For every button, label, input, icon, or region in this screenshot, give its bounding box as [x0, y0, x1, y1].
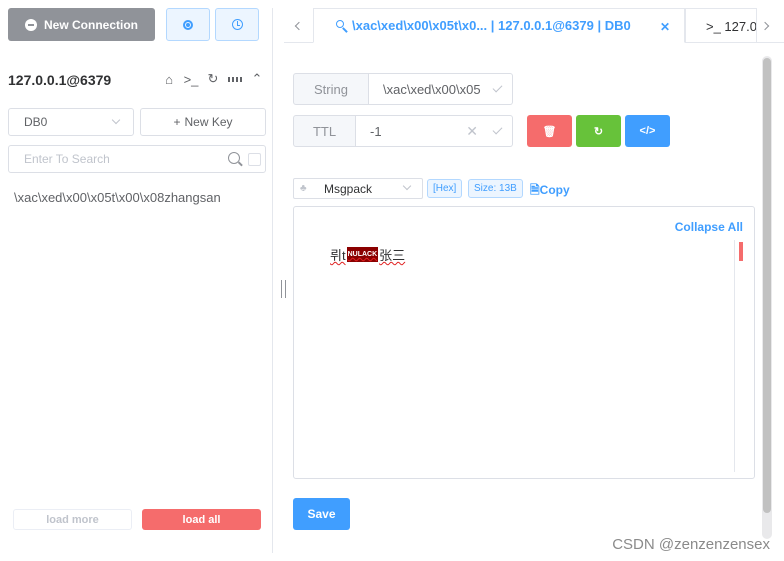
- collapse-all-button[interactable]: Collapse All: [675, 220, 743, 234]
- editor-content[interactable]: 뤼t NULACK 张三: [330, 245, 405, 264]
- refresh-icon: ↻: [593, 125, 604, 138]
- grid-icon[interactable]: [228, 71, 242, 87]
- dump-command-button[interactable]: </>: [625, 115, 670, 147]
- key-type-label: String: [293, 73, 369, 105]
- history-button[interactable]: [215, 8, 259, 41]
- chevron-up-icon[interactable]: ⌃: [250, 71, 264, 87]
- tab-scroll-right-icon[interactable]: [760, 21, 770, 31]
- check-icon[interactable]: [492, 82, 503, 93]
- key-name-input[interactable]: \xac\xed\x00\x05: [369, 73, 513, 105]
- ttl-value: -1: [370, 123, 382, 139]
- chevron-down-icon: [111, 115, 121, 125]
- content-suffix: 张三: [379, 248, 406, 263]
- connection-actions: ⌂ >_ ↻ ⌃: [162, 71, 264, 87]
- pane-divider: [272, 8, 273, 553]
- tab-terminal[interactable]: >_ 127.0: [685, 8, 757, 43]
- copy-label: Copy: [539, 183, 570, 197]
- format-value: Msgpack: [324, 181, 373, 196]
- ttl-label: TTL: [293, 115, 356, 147]
- clear-icon[interactable]: ✕: [466, 123, 478, 140]
- terminal-icon[interactable]: >_: [184, 71, 199, 87]
- exact-search-checkbox[interactable]: [248, 153, 261, 166]
- connection-sidebar: New Connection 127.0.0.1@6379 ⌂ >_ ↻ ⌃ D…: [0, 0, 273, 561]
- tab-label: \xac\xed\x00\x05t\x0... | 127.0.0.1@6379…: [352, 18, 631, 33]
- load-all-button[interactable]: load all: [142, 509, 261, 530]
- key-name-value: \xac\xed\x00\x05: [383, 81, 481, 97]
- resize-handle[interactable]: [281, 280, 286, 298]
- search-placeholder: Enter To Search: [24, 152, 110, 166]
- minus-circle-icon: [24, 18, 37, 31]
- trash-icon: 🗑: [542, 125, 557, 138]
- document-icon: 🗎: [530, 183, 540, 197]
- nul-char-badge: NULACK: [346, 247, 379, 262]
- settings-button[interactable]: [166, 8, 210, 41]
- hex-tag: [Hex]: [427, 179, 463, 198]
- ttl-input[interactable]: -1 ✕: [356, 115, 513, 147]
- search-input[interactable]: Enter To Search: [8, 145, 266, 173]
- redis-client-window: New Connection 127.0.0.1@6379 ⌂ >_ ↻ ⌃ D…: [0, 0, 784, 561]
- format-select[interactable]: ♣ Msgpack: [293, 178, 423, 199]
- close-icon[interactable]: ✕: [660, 20, 670, 34]
- main-scrollbar-thumb[interactable]: [763, 58, 771, 513]
- db-select[interactable]: DB0: [8, 108, 134, 136]
- refresh-icon[interactable]: ↻: [206, 71, 220, 87]
- tab-label: >_ 127.0: [706, 18, 757, 34]
- delete-key-button[interactable]: 🗑: [527, 115, 572, 147]
- load-more-button[interactable]: load more: [13, 509, 132, 530]
- new-key-label: New Key: [184, 115, 233, 129]
- code-icon: </>: [639, 125, 656, 137]
- clock-icon: [231, 19, 243, 30]
- new-connection-label: New Connection: [43, 17, 138, 32]
- new-key-button[interactable]: + New Key: [140, 108, 266, 136]
- plus-icon: +: [173, 115, 181, 129]
- tab-bar: \xac\xed\x00\x05t\x0... | 127.0.0.1@6379…: [284, 8, 784, 43]
- content-prefix: 뤼t: [330, 248, 346, 263]
- home-icon[interactable]: ⌂: [162, 71, 176, 87]
- key-icon: [336, 20, 344, 28]
- tab-key-detail[interactable]: \xac\xed\x00\x05t\x0... | 127.0.0.1@6379…: [313, 8, 685, 43]
- key-list-item[interactable]: \xac\xed\x00\x05t\x00\x08zhangsan: [14, 190, 221, 205]
- value-editor[interactable]: Collapse All 뤼t NULACK 张三: [293, 206, 755, 479]
- size-tag: Size: 13B: [468, 179, 523, 198]
- tab-scroll-left-icon[interactable]: [294, 21, 304, 31]
- search-icon[interactable]: [228, 152, 240, 164]
- chevron-down-icon: [402, 181, 412, 191]
- editor-scrollbar[interactable]: [734, 240, 735, 472]
- refresh-key-button[interactable]: ↻: [576, 115, 621, 147]
- copy-button[interactable]: 🗎Copy: [530, 181, 570, 202]
- new-connection-button[interactable]: New Connection: [8, 8, 155, 41]
- connection-title[interactable]: 127.0.0.1@6379: [8, 72, 111, 88]
- tree-icon: ♣: [300, 183, 307, 194]
- save-button[interactable]: Save: [293, 498, 350, 530]
- gear-icon: [183, 19, 193, 30]
- watermark: CSDN @zenzenzensex: [612, 536, 770, 553]
- editor-error-marker: [739, 242, 743, 261]
- db-select-value: DB0: [24, 115, 48, 129]
- check-icon[interactable]: [492, 124, 503, 135]
